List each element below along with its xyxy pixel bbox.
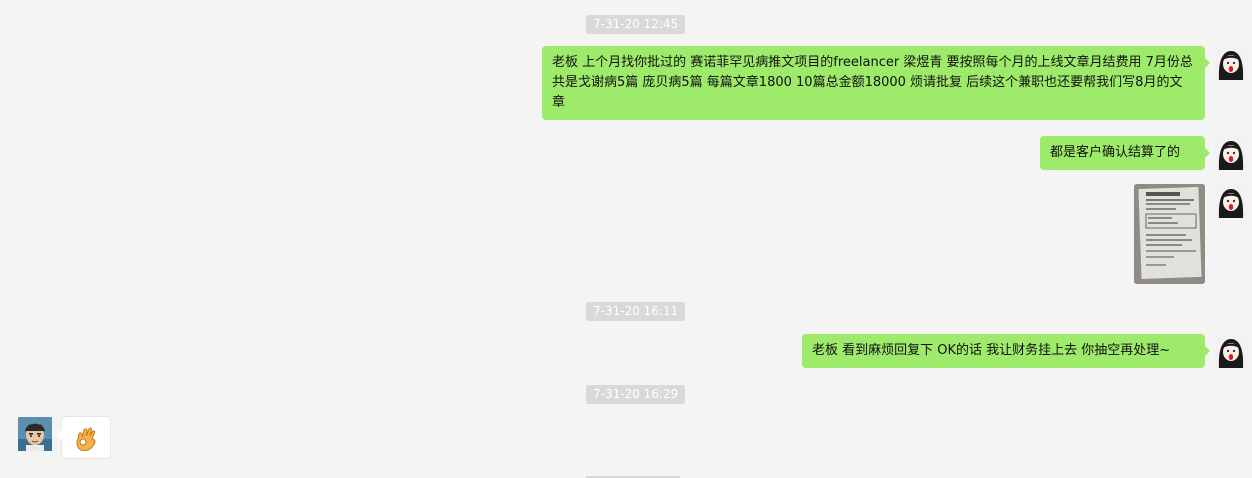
contact-avatar[interactable] — [18, 417, 52, 451]
message-bubble-outgoing[interactable]: 老板 看到麻烦回复下 OK的话 我让财务挂上去 你抽空再处理~ — [802, 334, 1210, 368]
cartoon-girl-avatar-icon — [1214, 136, 1248, 170]
message-bubble-outgoing[interactable]: 老板 上个月找你批过的 赛诺菲罕见病推文项目的freelancer 梁煜青 要按… — [542, 46, 1210, 120]
ok-hand-emoji-icon — [76, 427, 96, 452]
timestamp: 7-31-20 12:45 — [586, 15, 686, 34]
timestamp: 7-31-20 16:29 — [586, 385, 686, 404]
self-avatar[interactable] — [1214, 184, 1248, 218]
message-bubble-outgoing[interactable]: 都是客户确认结算了的 — [1040, 136, 1210, 170]
image-message[interactable] — [1134, 184, 1205, 284]
timestamp: 7-31-20 16:11 — [586, 302, 686, 321]
self-avatar[interactable] — [1214, 46, 1248, 80]
message-bubble-incoming[interactable] — [56, 416, 111, 459]
cartoon-girl-avatar-icon — [1214, 46, 1248, 80]
self-avatar[interactable] — [1214, 136, 1248, 170]
cartoon-girl-avatar-icon — [1214, 334, 1248, 368]
message-text: 都是客户确认结算了的 — [1050, 145, 1181, 160]
cartoon-girl-avatar-icon — [1214, 184, 1248, 218]
cartoon-boy-avatar-icon — [18, 417, 52, 451]
document-photo-icon — [1134, 184, 1205, 284]
message-text: 老板 上个月找你批过的 赛诺菲罕见病推文项目的freelancer 梁煜青 要按… — [552, 55, 1193, 110]
message-text: 老板 看到麻烦回复下 OK的话 我让财务挂上去 你抽空再处理~ — [812, 343, 1171, 358]
self-avatar[interactable] — [1214, 334, 1248, 368]
